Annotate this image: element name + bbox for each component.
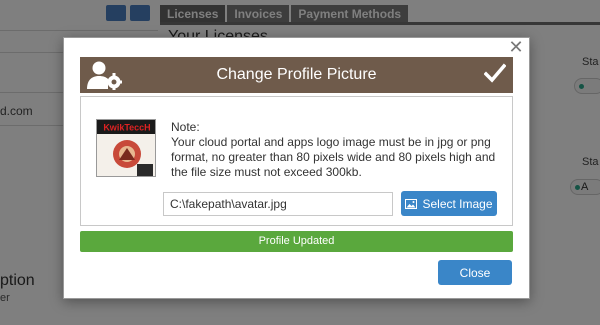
dialog-title: Change Profile Picture [216,66,377,83]
note-title: Note: [171,120,200,134]
profile-logo-image: KwikTeccH [96,119,156,177]
close-button[interactable]: Close [438,260,512,285]
upload-panel: KwikTeccH Note: Your cloud portal and ap… [80,96,513,226]
dialog-header: Change Profile Picture [80,57,513,93]
file-path-input[interactable] [163,192,393,216]
note-body: Your cloud portal and apps logo image mu… [171,135,496,179]
note: Note: Your cloud portal and apps logo im… [171,120,501,180]
status-message: Profile Updated [80,231,513,252]
close-icon[interactable]: ✕ [508,38,524,56]
image-icon [405,198,418,209]
change-profile-picture-dialog: ✕ Change Profile Picture KwikTeccH Note:… [63,37,530,299]
checkmark-icon[interactable] [484,62,506,84]
select-image-button[interactable]: Select Image [401,191,497,216]
svg-text:KwikTeccH: KwikTeccH [103,123,150,133]
select-image-label: Select Image [422,196,493,211]
